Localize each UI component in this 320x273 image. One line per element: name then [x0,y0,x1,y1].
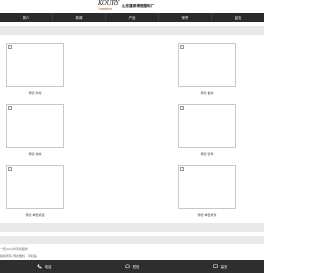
comment-label: 留言 [220,265,228,269]
product-caption[interactable]: 博德 管材 [6,91,64,95]
product-card[interactable]: 博德 板材 [178,43,238,95]
phone-icon [37,264,42,269]
comment-button[interactable]: 留言 [176,260,264,273]
comment-icon [212,264,218,269]
message-button[interactable]: 短信 [88,260,176,273]
broken-image-icon [8,106,12,110]
broken-image-icon [180,45,184,49]
product-card[interactable]: 博德 线材 [6,104,66,156]
product-caption[interactable]: 博德 线材 [6,152,64,156]
service-info: 一套24小时手机服务 [0,247,28,251]
divider-bar [0,236,264,244]
product-caption[interactable]: 博德 管件 [178,152,236,156]
logo-mark: KOURY [98,0,120,7]
copyright-text: 版权所有 博德塑料 · 手机站 [0,254,37,258]
main-nav: 简介 新闻 产品 荣誉 留言 [0,13,264,22]
broken-image-icon [180,106,184,110]
nav-item-news[interactable]: 新闻 [53,13,106,22]
product-card[interactable]: 博德 管件 [178,104,238,156]
logo[interactable]: KOURY 卡瑞德橡塑机械 山东蓬莱博德塑料厂 [98,1,154,12]
message-icon [124,264,130,269]
product-caption[interactable]: 博德 单套机件 [178,213,236,217]
phone-label: 电话 [44,265,52,269]
product-image[interactable] [6,165,64,209]
section-header-bar [0,26,264,35]
product-image[interactable] [178,43,236,87]
company-name: 山东蓬莱博德塑料厂 [122,4,155,8]
product-card[interactable]: 博德 管材 [6,43,66,95]
product-card[interactable]: 博德 单套机组 [6,165,66,217]
product-caption[interactable]: 博德 板材 [178,91,236,95]
header: KOURY 卡瑞德橡塑机械 山东蓬莱博德塑料厂 [0,0,264,13]
phone-button[interactable]: 电话 [0,260,88,273]
nav-item-products[interactable]: 产品 [106,13,159,22]
product-image[interactable] [6,104,64,148]
nav-item-messages[interactable]: 留言 [212,13,264,22]
divider-bar [0,223,264,232]
logo-subtitle: 卡瑞德橡塑机械 [98,9,113,11]
product-card[interactable]: 博德 单套机件 [178,165,238,217]
product-caption[interactable]: 博德 单套机组 [6,213,64,217]
footer-bar: 电话 短信 留言 [0,260,264,273]
broken-image-icon [8,167,12,171]
nav-item-intro[interactable]: 简介 [0,13,53,22]
broken-image-icon [180,167,184,171]
nav-item-honors[interactable]: 荣誉 [159,13,212,22]
product-image[interactable] [178,165,236,209]
message-label: 短信 [132,265,140,269]
broken-image-icon [8,45,12,49]
product-image[interactable] [6,43,64,87]
product-image[interactable] [178,104,236,148]
